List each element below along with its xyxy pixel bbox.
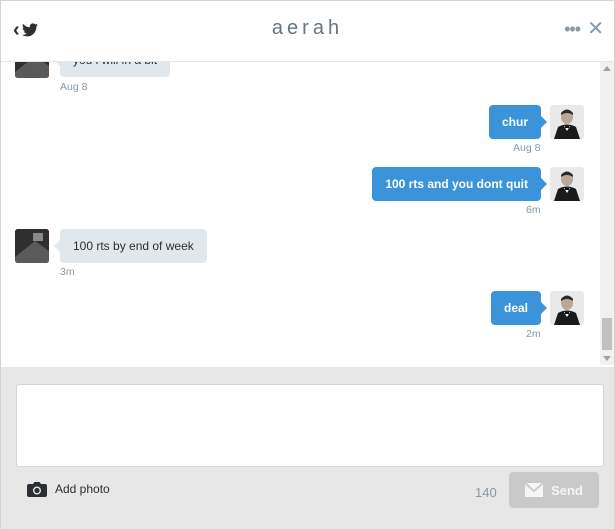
avatar[interactable] bbox=[15, 62, 49, 78]
message-timestamp: 6m bbox=[526, 204, 541, 216]
message-bubble-received: you i will in a bit bbox=[53, 62, 171, 77]
message-list: you i will in a bit Aug 8 chur Aug 8 100… bbox=[1, 62, 600, 365]
avatar[interactable] bbox=[550, 291, 584, 325]
scroll-up-arrow-icon[interactable] bbox=[603, 66, 611, 71]
message-bubble-sent: deal bbox=[490, 291, 548, 325]
character-count: 140 bbox=[475, 485, 497, 500]
message-bubble-sent: chur bbox=[488, 105, 548, 139]
message-bubble-received: 100 rts by end of week bbox=[54, 229, 207, 263]
message-bubble-sent: 100 rts and you dont quit bbox=[372, 167, 547, 201]
add-photo-button[interactable]: Add photo bbox=[27, 481, 110, 497]
message-timestamp: 3m bbox=[60, 266, 75, 278]
avatar[interactable] bbox=[550, 105, 584, 139]
conversation-header: ‹ aerah ••• ✕ bbox=[1, 1, 614, 62]
scrollbar-thumb[interactable] bbox=[602, 318, 612, 350]
message-composer: Add photo 140 Send bbox=[1, 367, 614, 529]
dm-window: ‹ aerah ••• ✕ you i will in a bit Aug 8 … bbox=[0, 0, 615, 530]
message-timestamp: Aug 8 bbox=[60, 81, 88, 93]
envelope-icon bbox=[525, 483, 544, 497]
message-input[interactable] bbox=[16, 384, 604, 467]
add-photo-label: Add photo bbox=[55, 482, 110, 496]
close-icon[interactable]: ✕ bbox=[587, 16, 604, 41]
send-button[interactable]: Send bbox=[509, 472, 599, 508]
scroll-down-arrow-icon[interactable] bbox=[603, 356, 611, 361]
message-list-scrollbar[interactable] bbox=[600, 62, 614, 365]
ellipsis-icon[interactable]: ••• bbox=[564, 19, 581, 40]
camera-icon bbox=[27, 482, 47, 497]
message-timestamp: Aug 8 bbox=[513, 142, 541, 154]
avatar[interactable] bbox=[550, 167, 584, 201]
message-timestamp: 2m bbox=[526, 328, 541, 340]
avatar[interactable] bbox=[15, 229, 49, 263]
conversation-title: aerah bbox=[271, 17, 344, 39]
send-label: Send bbox=[551, 482, 583, 498]
